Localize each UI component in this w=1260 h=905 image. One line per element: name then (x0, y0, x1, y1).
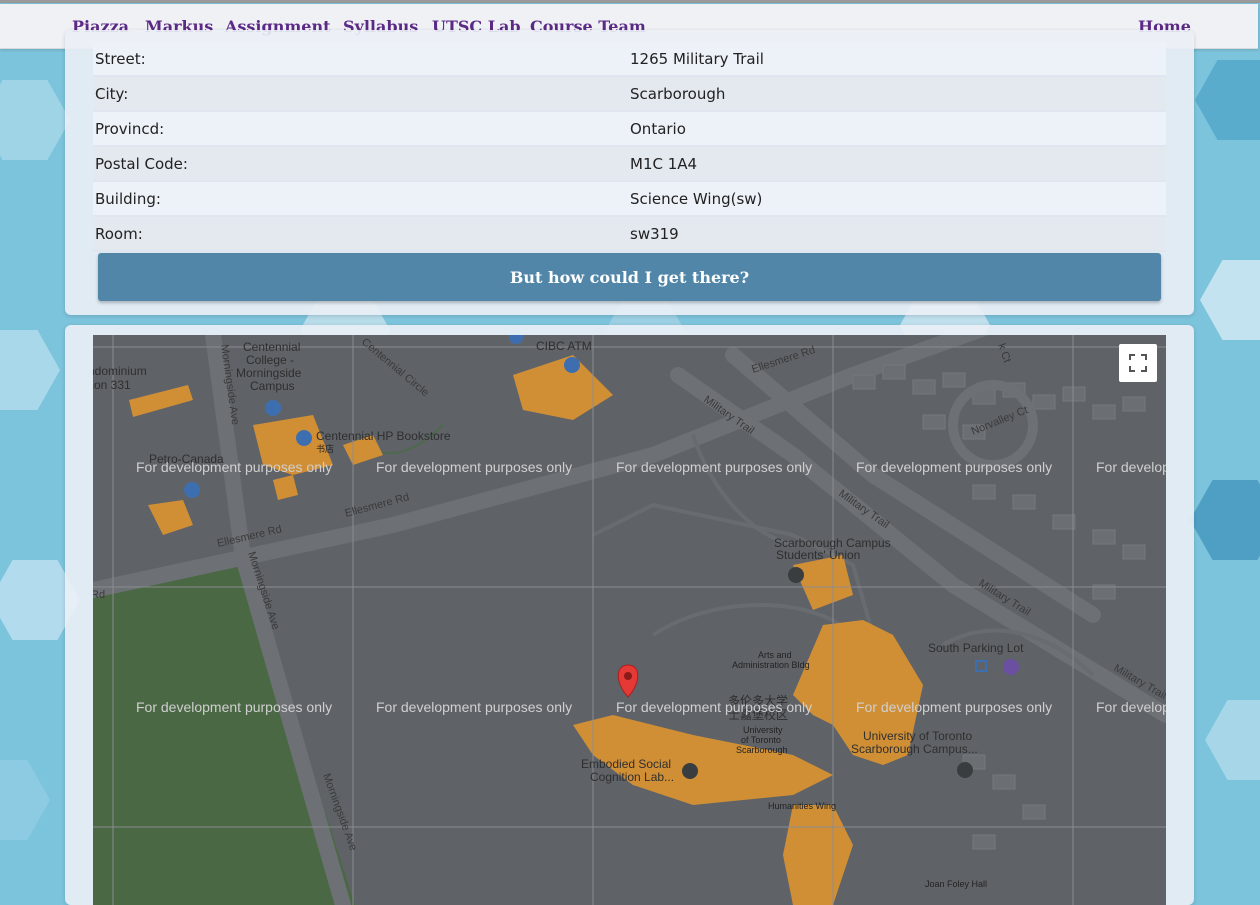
place-label: Morningside (236, 366, 302, 380)
fullscreen-icon (1129, 354, 1147, 372)
address-table: Street: 1265 Military Trail City: Scarbo… (93, 42, 1166, 252)
top-border (0, 0, 1260, 3)
road-label: Rd (93, 589, 105, 601)
place-label: Arts and (758, 650, 792, 660)
watermark: For develop (1096, 699, 1166, 715)
place-label: College - (246, 353, 294, 367)
watermark: For development purposes only (616, 459, 812, 475)
place-label: of Toronto (741, 735, 781, 745)
room-label: Room: (93, 216, 628, 252)
place-label: Embodied Social (581, 757, 671, 771)
place-label: ndominium (93, 364, 147, 378)
map-view[interactable]: ndominium tion 331 Centennial College - … (93, 335, 1166, 905)
street-label: Street: (93, 42, 628, 77)
table-row: Building: Science Wing(sw) (93, 181, 1166, 217)
street-value: 1265 Military Trail (628, 42, 1166, 77)
province-label: Provincd: (93, 111, 628, 147)
place-label: Humanities Wing (768, 801, 836, 811)
watermark: For development purposes only (136, 459, 332, 475)
embodied-lab-pin-icon (682, 763, 698, 779)
room-value: sw319 (628, 216, 1166, 252)
place-label: tion 331 (93, 378, 131, 392)
postal-code-label: Postal Code: (93, 146, 628, 182)
address-panel: Street: 1265 Military Trail City: Scarbo… (65, 30, 1194, 315)
place-label: Students' Union (776, 548, 860, 562)
place-label: South Parking Lot (928, 641, 1024, 655)
watermark: For development purposes only (376, 699, 572, 715)
watermark: For development purposes only (376, 459, 572, 475)
place-label: CIBC ATM (536, 339, 592, 353)
students-union-pin-icon (788, 567, 804, 583)
table-row: Room: sw319 (93, 216, 1166, 252)
watermark: For develop (1096, 459, 1166, 475)
place-label: University (743, 725, 783, 735)
place-label: University of Toronto (863, 729, 972, 743)
place-label: Cognition Lab... (590, 770, 674, 784)
place-label: Campus (250, 379, 295, 393)
watermark: For development purposes only (856, 699, 1052, 715)
map-canvas[interactable]: ndominium tion 331 Centennial College - … (93, 335, 1166, 905)
fullscreen-button[interactable] (1119, 344, 1157, 382)
place-label: Administration Bldg (732, 660, 810, 670)
watermark: For development purposes only (136, 699, 332, 715)
building-label: Building: (93, 181, 628, 217)
place-label: Joan Foley Hall (925, 879, 987, 889)
directions-button[interactable]: But how could I get there? (98, 253, 1161, 301)
map-panel: ndominium tion 331 Centennial College - … (65, 325, 1194, 905)
city-label: City: (93, 76, 628, 112)
place-label: Centennial HP Bookstore (316, 429, 451, 443)
table-row: City: Scarborough (93, 76, 1166, 112)
watermark: For development purposes only (616, 699, 812, 715)
place-label: Scarborough Campus... (851, 742, 978, 756)
place-label: Scarborough (736, 745, 788, 755)
city-value: Scarborough (628, 76, 1166, 112)
uoft-campus-pin-icon (957, 762, 973, 778)
postal-code-value: M1C 1A4 (628, 146, 1166, 182)
table-row: Street: 1265 Military Trail (93, 42, 1166, 77)
table-row: Provincd: Ontario (93, 111, 1166, 147)
place-label: 书店 (316, 443, 334, 454)
watermark: For development purposes only (856, 459, 1052, 475)
province-value: Ontario (628, 111, 1166, 147)
table-row: Postal Code: M1C 1A4 (93, 146, 1166, 182)
building-value: Science Wing(sw) (628, 181, 1166, 217)
place-label: Centennial (243, 340, 300, 354)
